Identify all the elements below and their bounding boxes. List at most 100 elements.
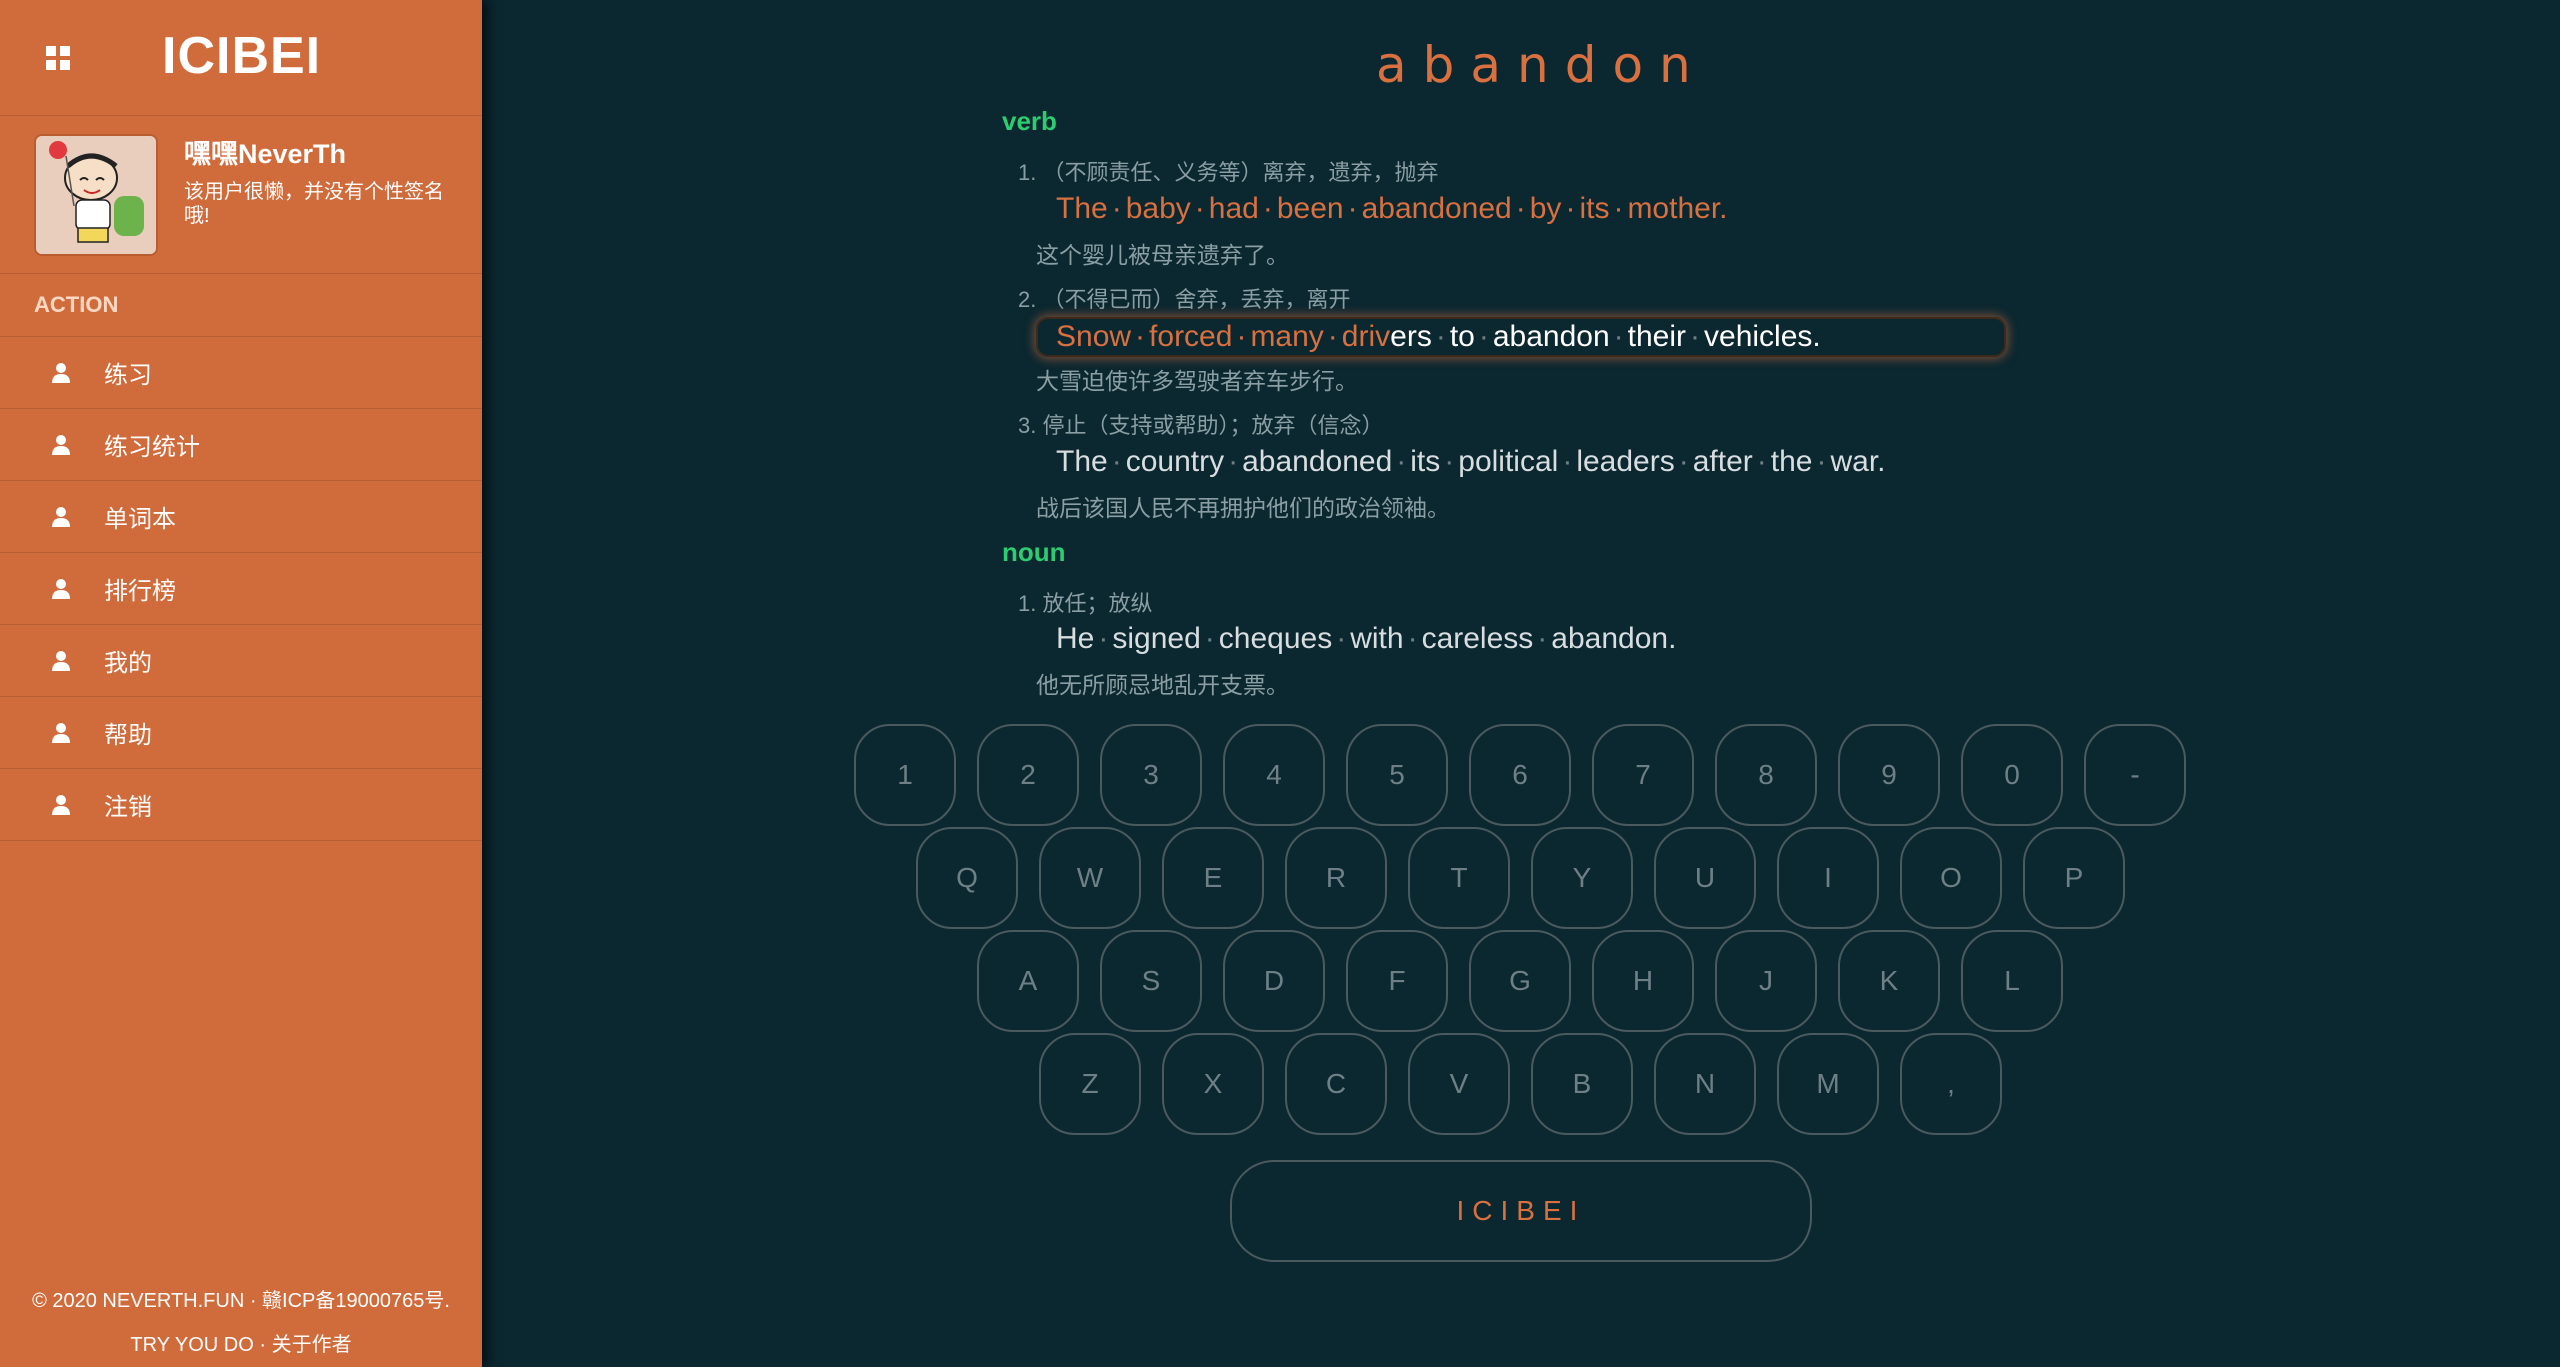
example-word: abandon. xyxy=(1551,622,1677,655)
sidebar-item-stats[interactable]: 练习统计 xyxy=(0,409,482,481)
word-separator: · xyxy=(1336,622,1347,655)
key-minus[interactable]: - xyxy=(2084,724,2186,826)
key-9[interactable]: 9 xyxy=(1838,724,1940,826)
key-u[interactable]: U xyxy=(1654,827,1756,929)
sidebar: ICIBEI 嘿嘿NeverTh 该用户很懒，并没有个性签名哦! ACTION … xyxy=(0,0,482,1367)
example-translation: 他无所顾忌地乱开支票。 xyxy=(1036,672,1289,698)
example-word: vehicles. xyxy=(1704,320,1821,353)
grid-icon[interactable] xyxy=(46,46,70,70)
example-word: forced xyxy=(1149,320,1233,353)
word-separator: · xyxy=(1562,445,1573,478)
word-separator: · xyxy=(1327,320,1338,353)
key-j[interactable]: J xyxy=(1715,930,1817,1032)
key-t[interactable]: T xyxy=(1408,827,1510,929)
word-separator: · xyxy=(1407,622,1418,655)
key-q[interactable]: Q xyxy=(916,827,1018,929)
key-7[interactable]: 7 xyxy=(1592,724,1694,826)
key-2[interactable]: 2 xyxy=(977,724,1079,826)
key-c[interactable]: C xyxy=(1285,1033,1387,1135)
example-sentence: The · baby · had · been · abandoned · by · its · mothe… xyxy=(1056,192,1728,226)
example-word: its xyxy=(1410,445,1441,478)
word-separator: · xyxy=(1098,622,1109,655)
key-b[interactable]: B xyxy=(1531,1033,1633,1135)
footer: © 2020 NEVERTH.FUN · 赣ICP备19000765号. TRY… xyxy=(0,1279,482,1367)
example-sentence: The · country · abandoned · its · political · lead… xyxy=(1056,445,1886,479)
key-6[interactable]: 6 xyxy=(1469,724,1571,826)
pos-label-noun: noun xyxy=(1002,537,1066,567)
word-separator: · xyxy=(1816,445,1827,478)
key-m[interactable]: M xyxy=(1777,1033,1879,1135)
definition: 3. 停止（支持或帮助）；放弃（信念） xyxy=(1018,408,1384,440)
key-f[interactable]: F xyxy=(1346,930,1448,1032)
key-y[interactable]: Y xyxy=(1531,827,1633,929)
key-1[interactable]: 1 xyxy=(854,724,956,826)
active-example-box[interactable]: Snow · forced · many · drivers · to · abandon · thei… xyxy=(1036,317,2006,357)
key-a[interactable]: A xyxy=(977,930,1079,1032)
example-word: war. xyxy=(1830,445,1886,478)
space-key[interactable]: ICIBEI xyxy=(1230,1160,1812,1262)
key-d[interactable]: D xyxy=(1223,930,1325,1032)
key-4[interactable]: 4 xyxy=(1223,724,1325,826)
sidebar-header: ICIBEI xyxy=(0,0,482,116)
key-n[interactable]: N xyxy=(1654,1033,1756,1135)
sidebar-item-mine[interactable]: 我的 xyxy=(0,625,482,697)
about-author-link[interactable]: 关于作者 xyxy=(272,1334,352,1356)
example-word: careless xyxy=(1421,622,1534,655)
key-8[interactable]: 8 xyxy=(1715,724,1817,826)
word-separator: · xyxy=(1111,445,1122,478)
def-number: 1. xyxy=(1018,591,1037,616)
avatar[interactable] xyxy=(34,134,158,256)
example-word: cheques xyxy=(1218,622,1333,655)
word-separator: · xyxy=(1111,192,1122,225)
person-icon xyxy=(50,506,72,528)
key-i[interactable]: I xyxy=(1777,827,1879,929)
app-title[interactable]: ICIBEI xyxy=(162,26,321,86)
try-you-do-link[interactable]: TRY YOU DO xyxy=(130,1334,253,1356)
example-word: drivers xyxy=(1341,320,1432,353)
sidebar-item-ranking[interactable]: 排行榜 xyxy=(0,553,482,625)
word-separator: · xyxy=(1236,320,1247,353)
sidebar-item-label: 练习统计 xyxy=(104,434,200,461)
key-p[interactable]: P xyxy=(2023,827,2125,929)
example-word: been xyxy=(1276,192,1344,225)
key-s[interactable]: S xyxy=(1100,930,1202,1032)
key-5[interactable]: 5 xyxy=(1346,724,1448,826)
example-translation: 大雪迫使许多驾驶者弃车步行。 xyxy=(1036,368,1358,394)
sidebar-item-practice[interactable]: 练习 xyxy=(0,337,482,409)
word-separator: · xyxy=(1537,622,1548,655)
word-separator: · xyxy=(1396,445,1407,478)
word-separator: · xyxy=(1444,445,1455,478)
example-sentence: He · signed · cheques · with · careless · abandon. xyxy=(1056,622,1676,656)
person-icon xyxy=(50,794,72,816)
key-r[interactable]: R xyxy=(1285,827,1387,929)
sidebar-item-logout[interactable]: 注销 xyxy=(0,769,482,841)
key-v[interactable]: V xyxy=(1408,1033,1510,1135)
key-w[interactable]: W xyxy=(1039,827,1141,929)
sidebar-item-label: 练习 xyxy=(104,362,152,389)
key-l[interactable]: L xyxy=(1961,930,2063,1032)
def-text: 停止（支持或帮助）；放弃（信念） xyxy=(1042,413,1384,438)
sidebar-item-wordbook[interactable]: 单词本 xyxy=(0,481,482,553)
key-h[interactable]: H xyxy=(1592,930,1694,1032)
key-comma[interactable]: , xyxy=(1900,1033,2002,1135)
key-e[interactable]: E xyxy=(1162,827,1264,929)
pos-label-verb: verb xyxy=(1002,106,1057,136)
key-k[interactable]: K xyxy=(1838,930,1940,1032)
key-0[interactable]: 0 xyxy=(1961,724,2063,826)
word-separator: · xyxy=(1690,320,1701,353)
key-3[interactable]: 3 xyxy=(1100,724,1202,826)
key-x[interactable]: X xyxy=(1162,1033,1264,1135)
key-z[interactable]: Z xyxy=(1039,1033,1141,1135)
sidebar-item-help[interactable]: 帮助 xyxy=(0,697,482,769)
word-separator: · xyxy=(1613,320,1624,353)
section-label: ACTION xyxy=(34,292,119,317)
key-g[interactable]: G xyxy=(1469,930,1571,1032)
example-word: with xyxy=(1350,622,1404,655)
sidebar-nav: 练习 练习统计 单词本 排行榜 我的 帮助 注销 xyxy=(0,336,482,841)
user-profile: 嘿嘿NeverTh 该用户很懒，并没有个性签名哦! xyxy=(0,116,482,274)
example-word: to xyxy=(1449,320,1475,353)
example-word: abandoned xyxy=(1361,192,1512,225)
footer-copyright[interactable]: © 2020 NEVERTH.FUN · 赣ICP备19000765号. xyxy=(0,1279,482,1323)
username: 嘿嘿NeverTh xyxy=(184,139,347,169)
key-o[interactable]: O xyxy=(1900,827,2002,929)
